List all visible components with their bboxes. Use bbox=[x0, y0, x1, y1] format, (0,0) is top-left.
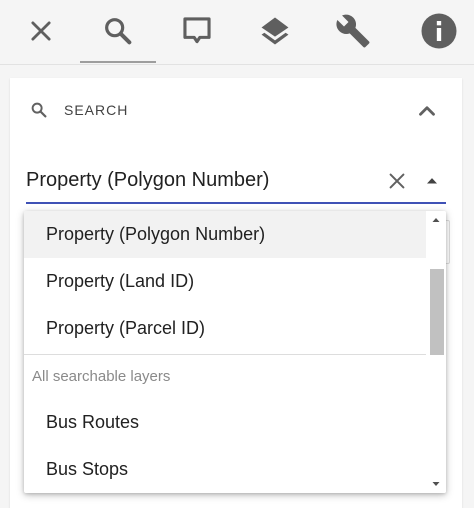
close-tool-button[interactable] bbox=[14, 0, 68, 62]
search-panel-header[interactable]: SEARCH bbox=[10, 78, 462, 142]
dropdown-option[interactable]: Property (Polygon Number) bbox=[24, 211, 426, 258]
layer-dropdown-menu: Property (Polygon Number) Property (Land… bbox=[24, 211, 446, 493]
info-icon bbox=[421, 13, 457, 49]
comment-tool-button[interactable] bbox=[172, 0, 222, 62]
dropdown-list: Property (Polygon Number) Property (Land… bbox=[24, 211, 426, 493]
dropdown-group-label: All searchable layers bbox=[32, 368, 171, 385]
search-icon bbox=[105, 18, 132, 45]
search-widget-app: SEARCH Property (Polygon Number) Propert… bbox=[0, 0, 474, 508]
layers-tool-button[interactable] bbox=[250, 0, 300, 62]
scrollbar-thumb[interactable] bbox=[430, 269, 444, 355]
layer-select[interactable]: Property (Polygon Number) bbox=[26, 164, 446, 204]
layers-icon bbox=[261, 17, 289, 45]
layer-select-value: Property (Polygon Number) bbox=[26, 169, 270, 191]
wrench-icon bbox=[336, 14, 370, 48]
search-icon bbox=[31, 102, 47, 118]
comment-icon bbox=[183, 17, 211, 44]
info-tool-button[interactable] bbox=[414, 0, 464, 62]
scroll-up-arrow-icon[interactable] bbox=[426, 213, 446, 227]
settings-tool-button[interactable] bbox=[328, 0, 378, 62]
search-panel-title: SEARCH bbox=[64, 102, 129, 118]
scroll-down-arrow-icon[interactable] bbox=[426, 477, 446, 491]
dropdown-option[interactable]: Property (Parcel ID) bbox=[24, 305, 426, 352]
top-toolbar bbox=[0, 0, 474, 65]
clear-selection-icon[interactable] bbox=[386, 170, 408, 192]
arrow-drop-up-icon[interactable] bbox=[422, 170, 442, 192]
dropdown-option[interactable]: Bus Stops bbox=[24, 446, 426, 493]
search-tool-button[interactable] bbox=[80, 0, 156, 63]
chevron-up-icon[interactable] bbox=[414, 98, 440, 124]
close-icon bbox=[31, 21, 51, 41]
dropdown-option[interactable]: Bus Routes bbox=[24, 399, 426, 446]
dropdown-option[interactable]: Property (Land ID) bbox=[24, 258, 426, 305]
dropdown-scrollbar[interactable] bbox=[426, 211, 446, 493]
